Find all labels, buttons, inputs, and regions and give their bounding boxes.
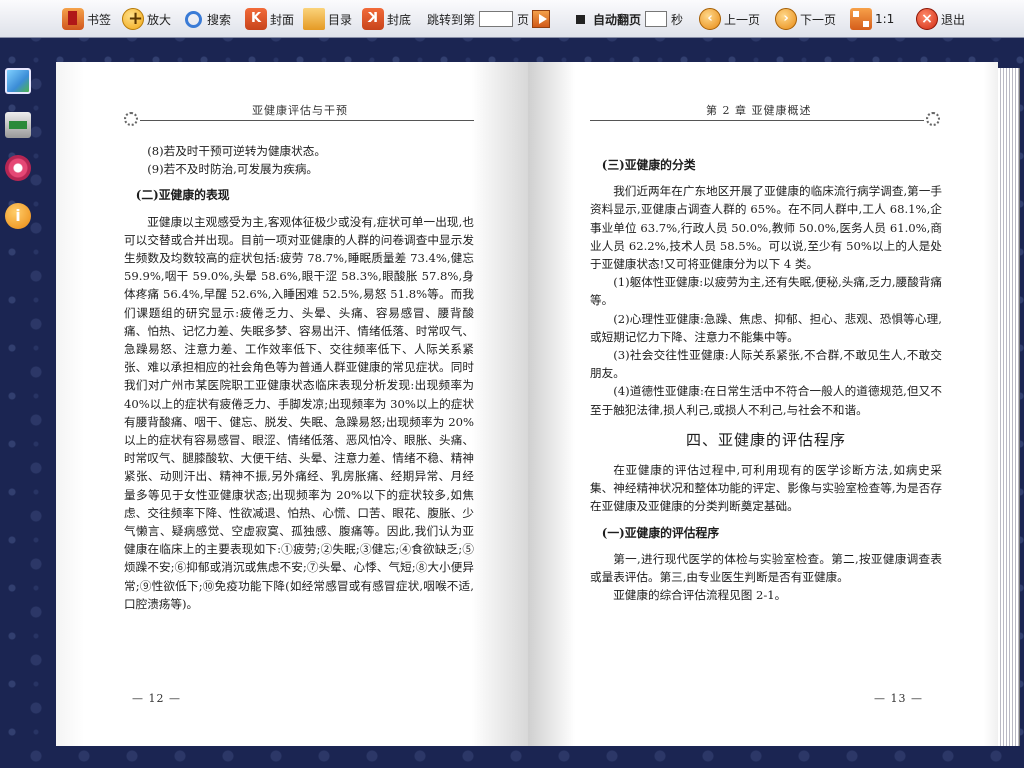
page-stack-edge — [998, 68, 1020, 746]
auto-flip-seconds-input[interactable] — [645, 11, 668, 27]
list-item: (2)心理性亚健康:急躁、焦虑、抑郁、担心、悲观、恐惧等心理,或短期记忆力下降、… — [590, 311, 942, 344]
info-icon[interactable]: i — [5, 203, 31, 229]
seconds-unit-label: 秒 — [671, 12, 684, 27]
paragraph: 在亚健康的评估过程中,可利用现有的医学诊断方法,如病史采集、神经精神状况和整体功… — [590, 463, 942, 514]
bookmark-label: 书签 — [87, 12, 112, 27]
next-page-label: 下一页 — [800, 12, 837, 27]
running-head: 第 2 章 亚健康概述 — [706, 104, 812, 117]
running-head: 亚健康评估与干预 — [252, 104, 348, 117]
contents-label: 目录 — [328, 12, 353, 27]
list-item: (4)道德性亚健康:在日常生活中不符合一般人的道德规范,但又不至于触犯法律,损人… — [590, 384, 942, 417]
left-page[interactable]: 亚健康评估与干预 (8)若及时干预可逆转为健康状态。 (9)若不及时防治,可发展… — [56, 62, 528, 746]
chapter-heading: 四、亚健康的评估程序 — [685, 430, 846, 449]
book-icon — [303, 8, 325, 30]
go-button[interactable] — [532, 10, 551, 28]
section-heading: (一)亚健康的评估程序 — [601, 525, 720, 540]
search-button[interactable]: 搜索 — [182, 6, 231, 32]
search-icon — [182, 8, 204, 30]
auto-flip-label: 自动翻页 — [593, 12, 642, 27]
page-number: — 13 — — [874, 692, 923, 705]
last-page-icon: K — [362, 8, 384, 30]
ornament-icon — [926, 112, 940, 126]
search-label: 搜索 — [207, 12, 232, 27]
page-unit-label: 页 — [517, 12, 530, 27]
arrow-right-icon: › — [775, 8, 797, 30]
zoom-in-icon — [122, 8, 144, 30]
gear-icon[interactable] — [5, 155, 31, 181]
zoom-label: 放大 — [147, 12, 172, 27]
header-rule — [590, 120, 924, 121]
jump-label: 跳转到第 — [427, 12, 476, 27]
ornament-icon — [124, 112, 138, 126]
prev-page-button[interactable]: ‹ 上一页 — [699, 6, 760, 32]
cover-label: 封面 — [270, 12, 295, 27]
ratio-label: 1:1 — [875, 12, 895, 26]
list-item: (8)若及时干预可逆转为健康状态。 — [147, 144, 326, 158]
book-viewer: 亚健康评估与干预 (8)若及时干预可逆转为健康状态。 (9)若不及时防治,可发展… — [56, 62, 1024, 746]
ratio-button[interactable]: 1:1 — [850, 6, 894, 32]
first-page-icon: K — [245, 8, 267, 30]
section-heading: (三)亚健康的分类 — [601, 158, 696, 172]
paragraph: 亚健康的综合评估流程见图 2-1。 — [613, 588, 787, 603]
exit-label: 退出 — [941, 12, 966, 27]
prev-page-label: 上一页 — [724, 12, 761, 27]
exit-button[interactable]: × 退出 — [916, 6, 965, 32]
next-page-button[interactable]: › 下一页 — [775, 6, 836, 32]
list-item: (9)若不及时防治,可发展为疾病。 — [147, 162, 319, 177]
arrow-left-icon: ‹ — [699, 8, 721, 30]
bookmark-button[interactable]: 书签 — [62, 6, 111, 32]
auto-flip: 自动翻页 秒 — [576, 6, 683, 32]
page-number: — 12 — — [132, 692, 181, 705]
image-icon[interactable] — [5, 68, 31, 94]
back-cover-label: 封底 — [387, 12, 412, 27]
list-item: (1)躯体性亚健康:以疲劳为主,还有失眠,便秘,头痛,乏力,腰酸背痛等。 — [590, 275, 942, 308]
toolbar: 书签 放大 搜索 K 封面 目录 K 封底 跳转到第 页 自动翻页 秒 ‹ 上一… — [0, 0, 1024, 38]
actual-size-icon — [850, 8, 872, 30]
cover-button[interactable]: K 封面 — [245, 6, 294, 32]
bookmark-icon — [62, 8, 84, 30]
back-cover-button[interactable]: K 封底 — [362, 6, 411, 32]
paragraph: 我们近两年在广东地区开展了亚健康的临床流行病学调查,第一手资料显示,亚健康占调查… — [590, 184, 942, 272]
list-item: (3)社会交往性亚健康:人际关系紧张,不合群,不敢见生人,不敢交朋友。 — [590, 348, 942, 381]
zoom-button[interactable]: 放大 — [122, 6, 171, 32]
page-jump: 跳转到第 页 — [427, 6, 551, 32]
contents-button[interactable]: 目录 — [303, 6, 352, 32]
section-heading: (二)亚健康的表现 — [135, 188, 230, 203]
auto-flip-checkbox[interactable] — [576, 14, 585, 24]
right-page[interactable]: 第 2 章 亚健康概述 (三)亚健康的分类 我们近两年在广东地区开展了亚健康的临… — [528, 62, 998, 746]
print-icon[interactable] — [5, 112, 31, 138]
close-icon: × — [916, 8, 938, 30]
paragraph: 第一,进行现代医学的体检与实验室检查。第二,按亚健康调查表或量表评估。第三,由专… — [590, 551, 942, 585]
page-content: (8)若及时干预可逆转为健康状态。 (9)若不及时防治,可发展为疾病。 (二)亚… — [124, 142, 474, 613]
paragraph: 亚健康以主观感受为主,客观体征极少或没有,症状可单一出现,也可以交替或合并出现。… — [124, 214, 474, 611]
page-content: (三)亚健康的分类 我们近两年在广东地区开展了亚健康的临床流行病学调查,第一手资… — [590, 148, 942, 604]
page-number-input[interactable] — [479, 11, 514, 27]
header-rule — [140, 120, 474, 121]
